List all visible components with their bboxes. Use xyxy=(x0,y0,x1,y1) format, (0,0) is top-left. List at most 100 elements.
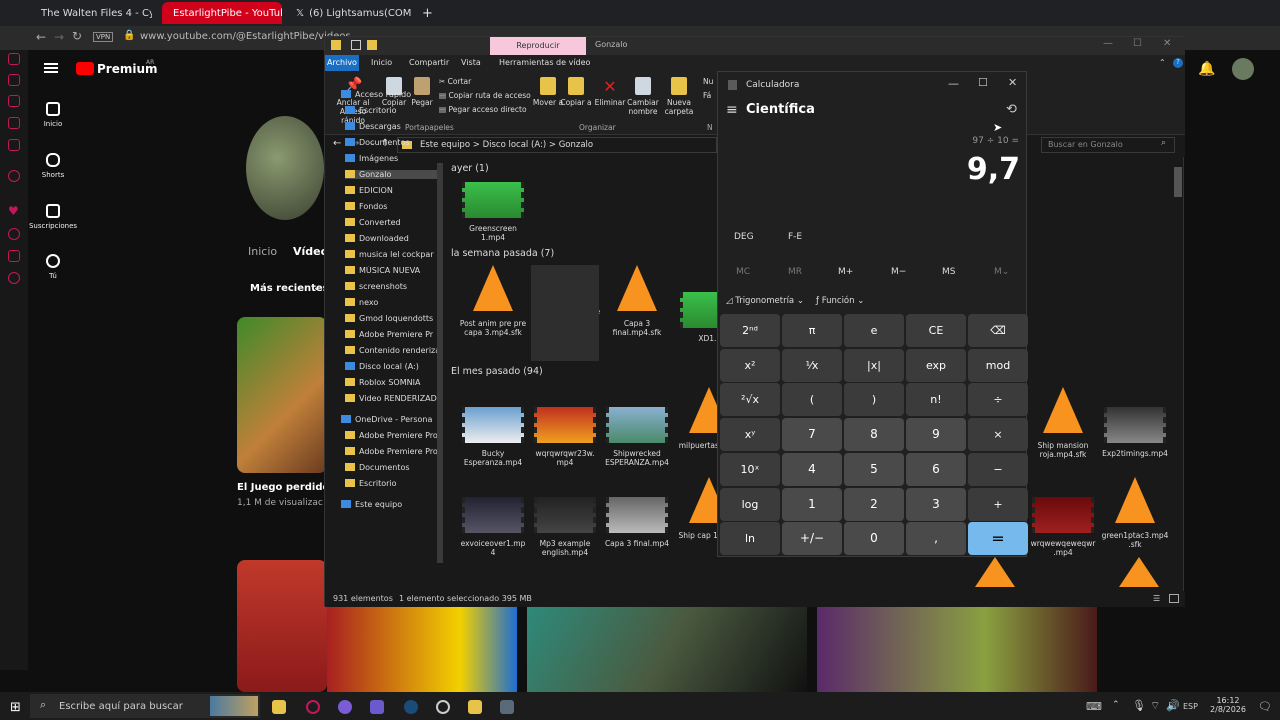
opera-taskbar-icon[interactable] xyxy=(306,700,320,714)
sidebar-app-icon[interactable] xyxy=(8,139,20,151)
equals-key[interactable]: = xyxy=(968,522,1028,555)
account-avatar[interactable] xyxy=(1232,58,1254,80)
ten-power-key[interactable]: 10ˣ xyxy=(720,453,780,486)
back-icon[interactable]: ← xyxy=(36,30,46,44)
nav-you[interactable]: Tú xyxy=(28,254,78,280)
decimal-key[interactable]: , xyxy=(906,522,966,555)
pi-key[interactable]: π xyxy=(782,314,842,347)
nav-shorts[interactable]: Shorts xyxy=(28,153,78,179)
content-scrollbar[interactable] xyxy=(1174,167,1182,197)
absolute-key[interactable]: |x| xyxy=(844,349,904,382)
menu-icon[interactable] xyxy=(44,63,58,73)
file-explorer-taskbar-icon[interactable] xyxy=(272,700,286,714)
power-key[interactable]: xʸ xyxy=(720,418,780,451)
sidebar-app-icon[interactable] xyxy=(8,170,20,182)
file-item[interactable]: Greenscreen 1.mp4 xyxy=(459,182,527,242)
negate-key[interactable]: +/− xyxy=(782,522,842,555)
file-item[interactable]: wqrqwrqwr23w. mp4 xyxy=(531,407,599,467)
factorial-key[interactable]: n! xyxy=(906,383,966,416)
thumbnail-view-icon[interactable] xyxy=(1169,594,1179,603)
calculator-taskbar-icon[interactable] xyxy=(500,700,514,714)
clear-entry-key[interactable]: CE xyxy=(906,314,966,347)
sidebar-app-icon[interactable] xyxy=(8,53,20,65)
digit-5-key[interactable]: 5 xyxy=(844,453,904,486)
nav-inicio[interactable]: Inicio xyxy=(28,102,78,128)
add-key[interactable]: + xyxy=(968,488,1028,521)
file-item[interactable]: Bucky Esperanza.mp4 xyxy=(459,407,527,467)
digit-6-key[interactable]: 6 xyxy=(906,453,966,486)
file-item[interactable]: exvoiceover1.mp 4 xyxy=(459,497,527,557)
clock[interactable]: 16:12 2/8/2026 xyxy=(1206,696,1250,714)
ln-key[interactable]: ln xyxy=(720,522,780,555)
video-thumbnail[interactable] xyxy=(237,317,327,473)
backspace-key[interactable]: ⌫ xyxy=(968,314,1028,347)
heart-icon[interactable]: ♥ xyxy=(8,205,20,218)
sidebar-app-icon[interactable] xyxy=(8,95,20,107)
euler-key[interactable]: e xyxy=(844,314,904,347)
file-item[interactable]: wrqwewqeweqwr .mp4 xyxy=(1029,497,1097,557)
digit-1-key[interactable]: 1 xyxy=(782,488,842,521)
chevron-up-icon[interactable]: ⌃ xyxy=(1112,700,1120,710)
file-item[interactable]: Ship mansion roja.mp4.sfk xyxy=(1029,387,1097,459)
close-paren-key[interactable]: ) xyxy=(844,383,904,416)
discord-taskbar-icon[interactable] xyxy=(338,700,352,714)
microphone-icon[interactable]: 🎙 xyxy=(1132,699,1146,712)
settings-icon[interactable] xyxy=(8,272,20,284)
file-item[interactable]: green1ptac3.mp4 .sfk xyxy=(1101,477,1169,549)
video-thumbnail[interactable] xyxy=(237,560,327,692)
digit-0-key[interactable]: 0 xyxy=(844,522,904,555)
tab-walten-files[interactable]: The Walten Files 4 - Cyber xyxy=(30,2,152,24)
file-item[interactable]: Capa 3 final.mp4 xyxy=(603,497,671,548)
steam-taskbar-icon[interactable] xyxy=(404,700,418,714)
details-view-icon[interactable]: ☰ xyxy=(1153,594,1160,603)
bell-icon[interactable]: 🔔 xyxy=(1198,61,1215,77)
digit-9-key[interactable]: 9 xyxy=(906,418,966,451)
network-icon[interactable]: ⌔ xyxy=(1150,699,1160,713)
clock-icon[interactable] xyxy=(8,228,20,240)
reload-icon[interactable]: ↻ xyxy=(72,29,82,43)
multiply-key[interactable]: × xyxy=(968,418,1028,451)
notes-taskbar-icon[interactable] xyxy=(468,700,482,714)
video-thumbnail[interactable] xyxy=(817,606,1097,692)
tab-youtube-channel[interactable]: EstarlightPibe - YouTube xyxy=(162,2,282,24)
open-paren-key[interactable]: ( xyxy=(782,383,842,416)
square-root-key[interactable]: ²√x xyxy=(720,383,780,416)
video-thumbnail[interactable] xyxy=(527,606,807,692)
taskbar-search-text[interactable]: Escribe aquí para buscar xyxy=(59,701,183,712)
video-thumbnail[interactable] xyxy=(327,606,517,692)
reciprocal-key[interactable]: ¹⁄x xyxy=(782,349,842,382)
volume-icon[interactable]: 🔊 xyxy=(1166,699,1180,712)
keyboard-icon[interactable]: ⌨ xyxy=(1086,700,1102,713)
notification-icon[interactable]: 🗨 xyxy=(1258,700,1272,713)
obs-taskbar-icon[interactable] xyxy=(436,700,450,714)
windows-start-icon[interactable]: ⊞ xyxy=(10,700,21,715)
channel-avatar[interactable] xyxy=(246,116,324,220)
mod-key[interactable]: mod xyxy=(968,349,1028,382)
sidebar-app-icon[interactable] xyxy=(8,117,20,129)
sidebar-app-icon[interactable] xyxy=(8,74,20,86)
file-item[interactable]: Capa 3 final.mp4.sfk xyxy=(603,265,671,337)
new-tab-button[interactable]: + xyxy=(416,2,439,24)
square-key[interactable]: x² xyxy=(720,349,780,382)
language-indicator[interactable]: ESP xyxy=(1183,702,1198,711)
file-item[interactable]: Shipwrecked ESPERANZA.mp4 xyxy=(603,407,671,467)
digit-4-key[interactable]: 4 xyxy=(782,453,842,486)
digit-2-key[interactable]: 2 xyxy=(844,488,904,521)
log-key[interactable]: log xyxy=(720,488,780,521)
file-item[interactable]: Exp2timings.mp4 xyxy=(1101,407,1169,458)
digit-7-key[interactable]: 7 xyxy=(782,418,842,451)
file-item[interactable]: Mp3 example english.mp4 xyxy=(531,497,599,557)
divide-key[interactable]: ÷ xyxy=(968,383,1028,416)
tab-lightsamus[interactable]: 𝕏(6) Lightsamus(COMMISSI xyxy=(290,2,412,24)
second-function-key[interactable]: 2ⁿᵈ xyxy=(720,314,780,347)
nav-subscriptions[interactable]: Suscripciones xyxy=(28,204,78,230)
url-text[interactable]: www.youtube.com/@EstarlightPibe/videos xyxy=(140,31,351,42)
subtract-key[interactable]: − xyxy=(968,453,1028,486)
digit-3-key[interactable]: 3 xyxy=(906,488,966,521)
exp-key[interactable]: exp xyxy=(906,349,966,382)
forward-icon[interactable]: → xyxy=(54,30,64,44)
channel-tab-inicio[interactable]: Inicio xyxy=(248,245,277,258)
youtube-logo-icon[interactable] xyxy=(76,62,94,75)
vpn-badge[interactable]: VPN xyxy=(93,32,114,42)
app-taskbar-icon[interactable] xyxy=(370,700,384,714)
